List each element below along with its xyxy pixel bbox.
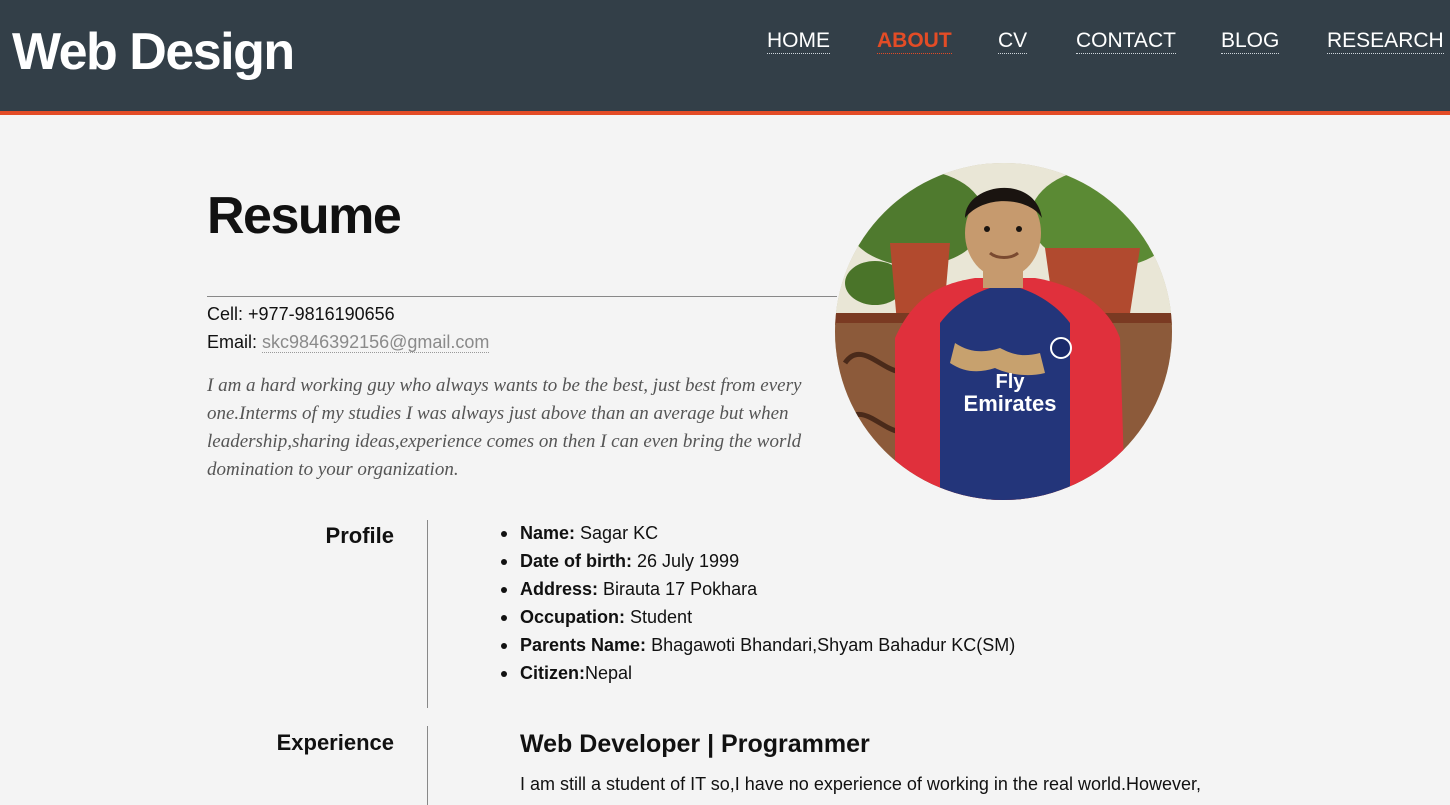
cell-value: +977-9816190656: [248, 304, 395, 324]
cell-line: Cell: +977-9816190656: [207, 300, 489, 328]
profile-key: Name:: [520, 523, 576, 543]
profile-section-label: Profile: [325, 523, 394, 548]
email-line: Email: skc9846392156@gmail.com: [207, 328, 490, 356]
profile-key: Date of birth:: [520, 551, 632, 571]
profile-key: Occupation:: [520, 607, 626, 627]
profile-key: Parents Name:: [520, 635, 647, 655]
profile-value: Student: [630, 607, 693, 627]
profile-value: Bhagawoti Bhandari,Shyam Bahadur KC(SM): [651, 635, 1016, 655]
jersey-logo-text-2: Emirates: [964, 391, 1057, 416]
main-nav: HOME ABOUT CV CONTACT BLOG RESEARCH: [0, 29, 1450, 59]
list-item: Address: Birauta 17 Pokhara: [500, 575, 1015, 603]
profile-key: Address:: [520, 579, 599, 599]
list-item: Citizen:Nepal: [500, 659, 1015, 687]
list-item: Name: Sagar KC: [500, 519, 1015, 547]
profile-list: Name: Sagar KC Date of birth: 26 July 1999…: [500, 519, 1016, 687]
cell-label: Cell:: [207, 304, 244, 324]
profile-value: Nepal: [585, 663, 633, 683]
nav-contact[interactable]: CONTACT: [1076, 29, 1176, 54]
nav-cv[interactable]: CV: [998, 29, 1028, 54]
profile-value: 26 July 1999: [637, 551, 740, 571]
email-link[interactable]: skc9846392156@gmail.com: [262, 332, 490, 353]
nav-about[interactable]: ABOUT: [877, 29, 952, 54]
list-item: Date of birth: 26 July 1999: [500, 547, 1015, 575]
contact-info: Cell: +977-9816190656 Email: skc98463921…: [207, 300, 490, 356]
list-item: Occupation: Student: [500, 603, 1015, 631]
experience-text: I am still a student of IT so,I have no …: [520, 774, 1202, 794]
site-header: Web Design HOME ABOUT CV CONTACT BLOG RE…: [0, 0, 1450, 115]
bio-text: I am a hard working guy who always wants…: [207, 375, 802, 480]
nav-home[interactable]: HOME: [767, 29, 830, 54]
profile-value: Sagar KC: [580, 523, 659, 543]
experience-section-label: Experience: [276, 730, 394, 755]
page-title: Resume: [207, 187, 402, 245]
experience-divider: [427, 726, 428, 805]
email-label: Email:: [207, 332, 258, 352]
nav-research[interactable]: RESEARCH: [1327, 29, 1444, 54]
jersey-logo-text-1: Fly: [996, 371, 1026, 393]
profile-value: Birauta 17 Pokhara: [603, 579, 758, 599]
profile-photo: Fly Emirates: [835, 163, 1172, 500]
title-divider: [207, 296, 837, 297]
nav-blog[interactable]: BLOG: [1221, 29, 1280, 54]
experience-title: Web Developer | Programmer: [520, 730, 870, 758]
list-item: Parents Name: Bhagawoti Bhandari,Shyam Ba…: [500, 631, 1016, 659]
profile-photo-illustration: Fly Emirates: [835, 163, 1172, 500]
profile-key: Citizen:: [520, 663, 585, 683]
profile-divider: [427, 520, 428, 708]
